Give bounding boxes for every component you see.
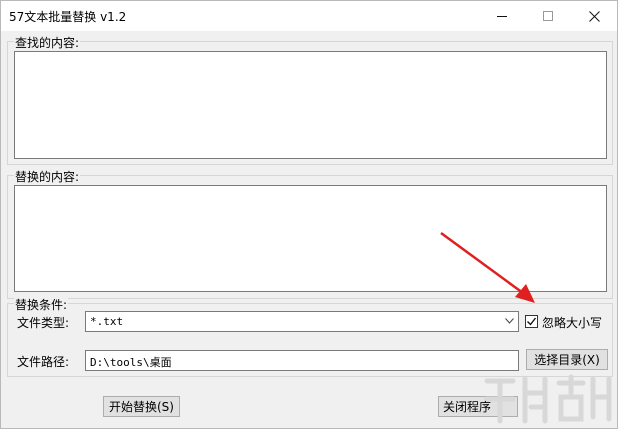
- minimize-icon: [497, 15, 507, 17]
- file-path-value: D:\tools\桌面: [90, 356, 172, 369]
- window-title: 57文本批量替换 v1.2: [9, 10, 127, 24]
- find-textarea[interactable]: [14, 51, 607, 159]
- start-replace-button[interactable]: 开始替换(S): [103, 396, 180, 417]
- checkmark-icon: [527, 317, 537, 326]
- minimize-button[interactable]: [479, 1, 525, 31]
- app-window: 57文本批量替换 v1.2 查找的内容: 替换的内容: 替换条件: 文件类型: …: [0, 0, 618, 429]
- chevron-down-icon[interactable]: [503, 315, 515, 327]
- replace-group: 替换的内容:: [7, 168, 613, 299]
- file-type-value: *.txt: [90, 315, 124, 328]
- file-path-label: 文件路径:: [17, 355, 70, 369]
- close-window-button[interactable]: [571, 1, 617, 31]
- maximize-icon: [543, 11, 553, 21]
- file-path-input[interactable]: D:\tools\桌面: [85, 350, 519, 371]
- ignore-case-label[interactable]: 忽略大小写: [542, 314, 602, 331]
- replace-group-label: 替换的内容:: [14, 168, 81, 185]
- find-group-label: 查找的内容:: [14, 34, 81, 51]
- find-group: 查找的内容:: [7, 34, 613, 165]
- conditions-group-label: 替换条件:: [14, 296, 69, 313]
- close-icon: [588, 10, 600, 22]
- replace-textarea[interactable]: [14, 185, 607, 292]
- browse-directory-button[interactable]: 选择目录(X): [526, 349, 608, 370]
- file-type-label: 文件类型:: [17, 316, 70, 330]
- file-type-combobox[interactable]: *.txt: [85, 311, 519, 332]
- title-bar: 57文本批量替换 v1.2: [1, 1, 617, 31]
- ignore-case-checkbox[interactable]: [525, 315, 538, 328]
- close-program-button[interactable]: 关闭程序: [438, 396, 518, 417]
- maximize-button[interactable]: [525, 1, 571, 31]
